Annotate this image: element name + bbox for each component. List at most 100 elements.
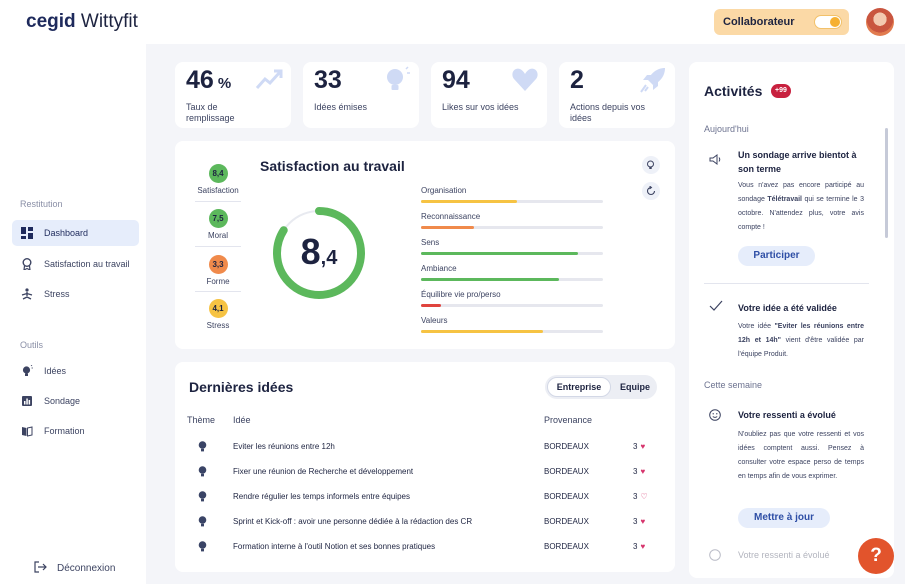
sidebar-item-formation[interactable]: Formation: [12, 418, 139, 444]
activities-scrollbar[interactable]: [885, 128, 888, 238]
sidebar-item-sondage[interactable]: Sondage: [12, 388, 139, 414]
stat-label: Idées émises: [314, 102, 368, 112]
bulb-icon: [198, 491, 207, 505]
stat-value: 2: [570, 66, 584, 94]
bar-organisation: Organisation: [421, 186, 603, 203]
divider: [195, 291, 241, 292]
help-button[interactable]: ?: [858, 538, 894, 574]
stat-value: 33: [314, 66, 342, 94]
heart-icon: [512, 68, 538, 91]
sidebar-item-label: Satisfaction au travail: [44, 259, 130, 269]
idea-likes[interactable]: 3 ♥: [633, 467, 645, 476]
bar-label: Sens: [421, 238, 440, 247]
sidebar-item-ideas[interactable]: Idées: [12, 358, 139, 384]
column-header-idea: Idée: [233, 415, 251, 425]
bar-fill: [421, 252, 578, 255]
table-row[interactable]: Eviter les réunions entre 12h BORDEAUX 3…: [175, 436, 675, 461]
bar-label: Organisation: [421, 186, 467, 195]
smiley-icon: [709, 549, 721, 564]
tab-entreprise[interactable]: Entreprise: [547, 377, 611, 397]
indicator-value: 4,1: [208, 299, 228, 318]
dashboard-icon: [21, 227, 33, 239]
indicator-forme[interactable]: 3,3 Forme: [191, 255, 245, 286]
indicator-label: Satisfaction: [197, 186, 239, 195]
bulb-icon: [198, 441, 207, 455]
bar-fill: [421, 200, 518, 203]
divider: [195, 246, 241, 247]
role-toggle[interactable]: [814, 15, 842, 29]
heart-filled-icon: ♥: [640, 467, 646, 476]
divider: [195, 201, 241, 202]
score-dec: ,4: [320, 247, 338, 269]
bar-track: [421, 278, 603, 281]
user-avatar[interactable]: [866, 8, 894, 36]
idea-likes[interactable]: 3 ♥: [633, 517, 645, 526]
score-int: 8: [300, 231, 321, 272]
divider: [704, 283, 869, 284]
stat-value: 94: [442, 66, 470, 94]
top-bar: cegid Wittyfit Collaborateur: [0, 0, 905, 44]
stat-unit: %: [217, 75, 232, 92]
bar-equilibre: Équilibre vie pro/perso: [421, 290, 603, 307]
idea-likes[interactable]: 3 ♥: [633, 542, 645, 551]
idea-likes[interactable]: 3 ♥: [633, 442, 645, 451]
sidebar-item-label: Dashboard: [44, 228, 89, 238]
stat-value: 46%: [186, 66, 231, 95]
bar-label: Valeurs: [421, 316, 448, 325]
logout-button[interactable]: Déconnexion: [34, 561, 115, 576]
sidebar-item-stress[interactable]: Stress: [12, 281, 139, 307]
activities-count-badge: +99: [771, 84, 791, 98]
idea-likes[interactable]: 3 ♡: [633, 492, 648, 501]
role-switch[interactable]: Collaborateur: [714, 9, 849, 35]
sidebar-item-dashboard[interactable]: Dashboard: [12, 220, 139, 246]
idea-source: BORDEAUX: [544, 467, 589, 476]
check-icon: [709, 300, 723, 314]
indicator-moral[interactable]: 7,5 Moral: [191, 209, 245, 240]
rocket-icon: [640, 68, 665, 93]
activities-title: Activités: [704, 83, 763, 99]
table-row[interactable]: Rendre régulier les temps informels entr…: [175, 486, 675, 511]
bar-label: Équilibre vie pro/perso: [421, 290, 501, 299]
heart-filled-icon: ♥: [640, 517, 646, 526]
ideas-card: Dernières idées Entreprise Equipe Thème …: [175, 362, 675, 572]
stat-label: Taux de remplissage: [186, 102, 235, 123]
idea-text: Sprint et Kick-off : avoir une personne …: [233, 517, 473, 526]
poll-icon: [21, 395, 33, 407]
logo-product: Wittyfit: [80, 11, 138, 32]
activity-title: Un sondage arrive bientot à son terme: [738, 150, 857, 174]
bar-label: Ambiance: [421, 264, 457, 273]
trend-up-icon: [255, 69, 283, 89]
idea-source: BORDEAUX: [544, 517, 589, 526]
app-logo[interactable]: cegid Wittyfit: [26, 11, 138, 33]
indicator-satisfaction[interactable]: 8,4 Satisfaction: [191, 164, 245, 195]
idea-suggest-button[interactable]: [642, 156, 660, 174]
idea-source: BORDEAUX: [544, 542, 589, 551]
indicator-stress[interactable]: 4,1 Stress: [191, 299, 245, 330]
megaphone-icon: [709, 154, 721, 168]
bar-track: [421, 226, 603, 229]
sidebar-section-outils: Outils: [20, 340, 44, 350]
table-row[interactable]: Formation interne à l'outil Notion et se…: [175, 536, 675, 561]
sidebar-item-label: Formation: [44, 426, 85, 436]
activity-body: N'oubliez pas que votre ressenti et vos …: [738, 431, 864, 480]
indicator-value: 7,5: [208, 209, 228, 228]
table-row[interactable]: Fixer une réunion de Recherche et dévelo…: [175, 461, 675, 486]
sidebar: Restitution Dashboard Satisfaction au tr…: [0, 44, 146, 584]
activity-text: Votre idée: [738, 323, 775, 330]
like-count: 3: [633, 542, 638, 551]
bar-track: [421, 304, 603, 307]
ideas-title: Dernières idées: [189, 379, 294, 395]
bar-track: [421, 252, 603, 255]
tab-equipe[interactable]: Equipe: [615, 377, 655, 397]
ideas-scope-toggle: Entreprise Equipe: [545, 375, 657, 399]
table-row[interactable]: Sprint et Kick-off : avoir une personne …: [175, 511, 675, 536]
idea-source: BORDEAUX: [544, 492, 589, 501]
idea-text: Fixer une réunion de Recherche et dévelo…: [233, 467, 414, 476]
sidebar-item-satisfaction[interactable]: Satisfaction au travail: [12, 251, 139, 277]
participer-button[interactable]: Participer: [738, 246, 815, 266]
refresh-button[interactable]: [642, 182, 660, 200]
activity-title: Votre ressenti a évolué: [738, 410, 836, 420]
bar-fill: [421, 278, 560, 281]
mettre-a-jour-button[interactable]: Mettre à jour: [738, 508, 830, 528]
heart-filled-icon: ♥: [640, 442, 646, 451]
